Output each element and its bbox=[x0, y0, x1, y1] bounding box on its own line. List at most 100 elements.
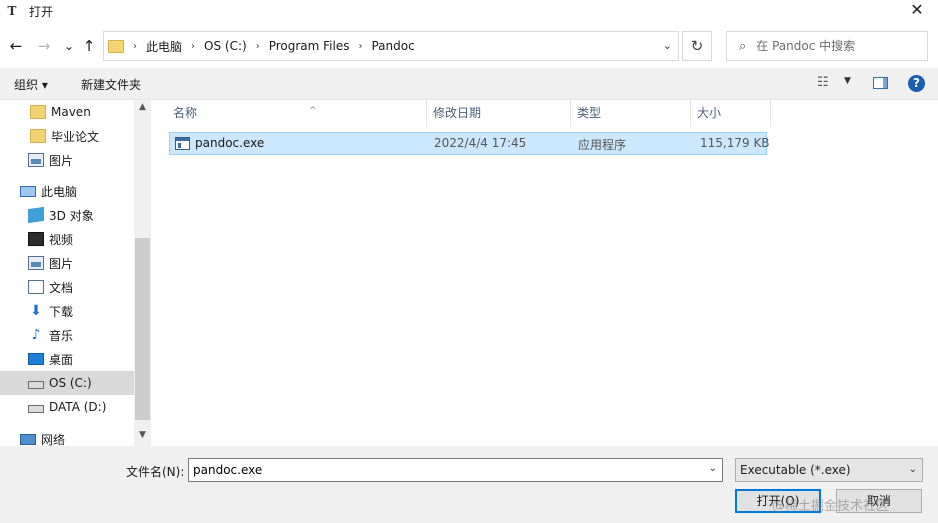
command-toolbar: 组织 ▾ 新建文件夹 ☷ ▼ ? bbox=[0, 68, 938, 100]
column-header-size[interactable]: 大小 bbox=[691, 100, 771, 127]
sidebar-item-data-d[interactable]: DATA (D:) bbox=[0, 395, 134, 419]
breadcrumb-program-files[interactable]: Program Files bbox=[269, 39, 350, 53]
filename-label: 文件名(N): bbox=[126, 465, 185, 479]
music-icon: ♪ bbox=[31, 327, 41, 343]
sidebar-item-network[interactable]: 网络 bbox=[0, 427, 134, 446]
file-type-dropdown-chevron-icon[interactable]: ⌄ bbox=[909, 459, 917, 481]
downloads-icon: ⬇ bbox=[30, 303, 42, 319]
sidebar-item-downloads[interactable]: ⬇ 下载 bbox=[0, 299, 134, 323]
breadcrumb-os-c[interactable]: OS (C:) bbox=[204, 39, 247, 53]
sidebar-item-music[interactable]: ♪ 音乐 bbox=[0, 323, 134, 347]
sidebar-item-label: 图片 bbox=[49, 256, 74, 271]
sidebar-item-label: 下载 bbox=[49, 304, 74, 319]
drive-icon bbox=[28, 405, 44, 413]
sidebar-item-label: 毕业论文 bbox=[51, 129, 100, 144]
title-bar: T 打开 ✕ bbox=[0, 0, 938, 22]
sidebar-item-desktop[interactable]: 桌面 bbox=[0, 347, 134, 371]
sidebar-item-label: Maven bbox=[51, 105, 91, 119]
filename-input[interactable] bbox=[189, 459, 689, 481]
breadcrumb-separator-icon[interactable]: › bbox=[133, 41, 137, 52]
preview-pane-icon[interactable] bbox=[873, 77, 888, 89]
sidebar-item-os-c[interactable]: OS (C:) bbox=[0, 371, 134, 395]
sidebar-item-label: 3D 对象 bbox=[49, 208, 94, 223]
breadcrumb-this-pc[interactable]: 此电脑 bbox=[146, 38, 182, 55]
table-row[interactable]: pandoc.exe 2022/4/4 17:45 应用程序 115,179 K… bbox=[169, 132, 770, 155]
breadcrumb-separator-icon[interactable]: › bbox=[256, 41, 260, 52]
navigation-pane: Maven 毕业论文 图片 此电脑 3D 对象 视频 图片 文档 ⬇ 下载 ♪ … bbox=[0, 100, 151, 446]
sort-ascending-icon: ^ bbox=[309, 106, 317, 116]
sidebar-item-this-pc[interactable]: 此电脑 bbox=[0, 179, 134, 203]
pictures-icon bbox=[28, 256, 44, 270]
sidebar-item-label: 文档 bbox=[49, 280, 74, 295]
executable-file-icon bbox=[175, 137, 190, 150]
search-box[interactable]: ⌕ bbox=[726, 31, 928, 61]
breadcrumb-separator-icon[interactable]: › bbox=[358, 41, 362, 52]
new-folder-button[interactable]: 新建文件夹 bbox=[81, 76, 141, 93]
file-type: 应用程序 bbox=[578, 138, 627, 152]
sidebar-item-label: 视频 bbox=[49, 232, 74, 247]
scroll-down-arrow-icon[interactable]: ▼ bbox=[134, 430, 151, 444]
filename-combobox[interactable]: ⌄ bbox=[188, 458, 723, 482]
organize-menu-button[interactable]: 组织 ▾ bbox=[14, 76, 48, 93]
sidebar-item-label: 桌面 bbox=[49, 352, 74, 367]
column-header-name[interactable]: 名称 ^ bbox=[167, 100, 427, 127]
search-icon: ⌕ bbox=[739, 38, 747, 54]
network-icon bbox=[20, 433, 36, 445]
navigation-bar: ← → ⌄ ↑ › 此电脑 › OS (C:) › Program Files … bbox=[0, 30, 938, 62]
pictures-icon bbox=[28, 153, 44, 167]
scroll-thumb[interactable] bbox=[135, 238, 150, 420]
file-list: 名称 ^ 修改日期 类型 大小 pandoc.exe 2022/4/4 17:4… bbox=[151, 100, 938, 446]
desktop-icon bbox=[28, 353, 44, 365]
folder-icon bbox=[108, 39, 124, 53]
sidebar-item-label: 音乐 bbox=[49, 328, 74, 343]
forward-arrow-icon[interactable]: → bbox=[35, 37, 53, 55]
drive-icon bbox=[28, 381, 44, 389]
sidebar-item-3d-objects[interactable]: 3D 对象 bbox=[0, 203, 134, 227]
sidebar-item-label: OS (C:) bbox=[49, 376, 92, 390]
folder-icon bbox=[30, 129, 46, 143]
column-header-modified[interactable]: 修改日期 bbox=[427, 100, 571, 127]
file-name: pandoc.exe bbox=[195, 136, 265, 150]
sidebar-item-thesis[interactable]: 毕业论文 bbox=[0, 124, 134, 148]
breadcrumb-separator-icon[interactable]: › bbox=[191, 41, 195, 52]
window-title: 打开 bbox=[29, 4, 54, 19]
file-modified: 2022/4/4 17:45 bbox=[434, 136, 527, 150]
sidebar-item-label: 图片 bbox=[49, 153, 74, 168]
column-header-type[interactable]: 类型 bbox=[571, 100, 691, 127]
filename-dropdown-chevron-icon[interactable]: ⌄ bbox=[709, 463, 717, 474]
watermark: @稀土掘金技术社区 bbox=[772, 499, 890, 514]
documents-icon bbox=[28, 280, 44, 294]
address-bar[interactable]: › 此电脑 › OS (C:) › Program Files › Pandoc… bbox=[103, 31, 679, 61]
dialog-footer: 文件名(N): ⌄ Executable (*.exe) ⌄ 打开(O) 取消 … bbox=[0, 446, 938, 523]
view-mode-dropdown-icon[interactable]: ▼ bbox=[844, 76, 851, 86]
app-icon: T bbox=[7, 4, 17, 18]
sidebar-item-documents[interactable]: 文档 bbox=[0, 275, 134, 299]
help-icon[interactable]: ? bbox=[908, 75, 925, 92]
sidebar-item-label: 此电脑 bbox=[41, 184, 78, 199]
3d-objects-icon bbox=[28, 206, 44, 224]
sidebar-item-maven[interactable]: Maven bbox=[0, 100, 134, 124]
refresh-button[interactable]: ↻ bbox=[682, 31, 712, 61]
sidebar-scrollbar[interactable]: ▲ ▼ bbox=[134, 100, 151, 446]
recent-locations-chevron-icon[interactable]: ⌄ bbox=[60, 37, 78, 55]
search-input[interactable] bbox=[756, 39, 917, 53]
refresh-icon: ↻ bbox=[690, 37, 704, 55]
sidebar-item-pictures[interactable]: 图片 bbox=[0, 251, 134, 275]
scroll-up-arrow-icon[interactable]: ▲ bbox=[134, 102, 151, 116]
file-size: 115,179 KB bbox=[700, 136, 770, 150]
folder-icon bbox=[30, 105, 46, 119]
videos-icon bbox=[28, 232, 44, 246]
sidebar-item-videos[interactable]: 视频 bbox=[0, 227, 134, 251]
back-arrow-icon[interactable]: ← bbox=[7, 37, 25, 55]
address-dropdown-chevron-icon[interactable]: ⌄ bbox=[663, 39, 672, 52]
breadcrumb-pandoc[interactable]: Pandoc bbox=[371, 39, 414, 53]
view-mode-icon[interactable]: ☷ bbox=[817, 75, 829, 90]
up-arrow-icon[interactable]: ↑ bbox=[80, 37, 98, 55]
sidebar-item-label: 网络 bbox=[41, 432, 66, 447]
file-type-value: Executable (*.exe) bbox=[740, 463, 851, 477]
sidebar-item-pictures[interactable]: 图片 bbox=[0, 148, 134, 172]
sidebar-item-label: DATA (D:) bbox=[49, 400, 107, 414]
file-type-select[interactable]: Executable (*.exe) ⌄ bbox=[735, 458, 923, 482]
close-button[interactable]: ✕ bbox=[900, 0, 934, 22]
this-pc-icon bbox=[20, 185, 36, 197]
